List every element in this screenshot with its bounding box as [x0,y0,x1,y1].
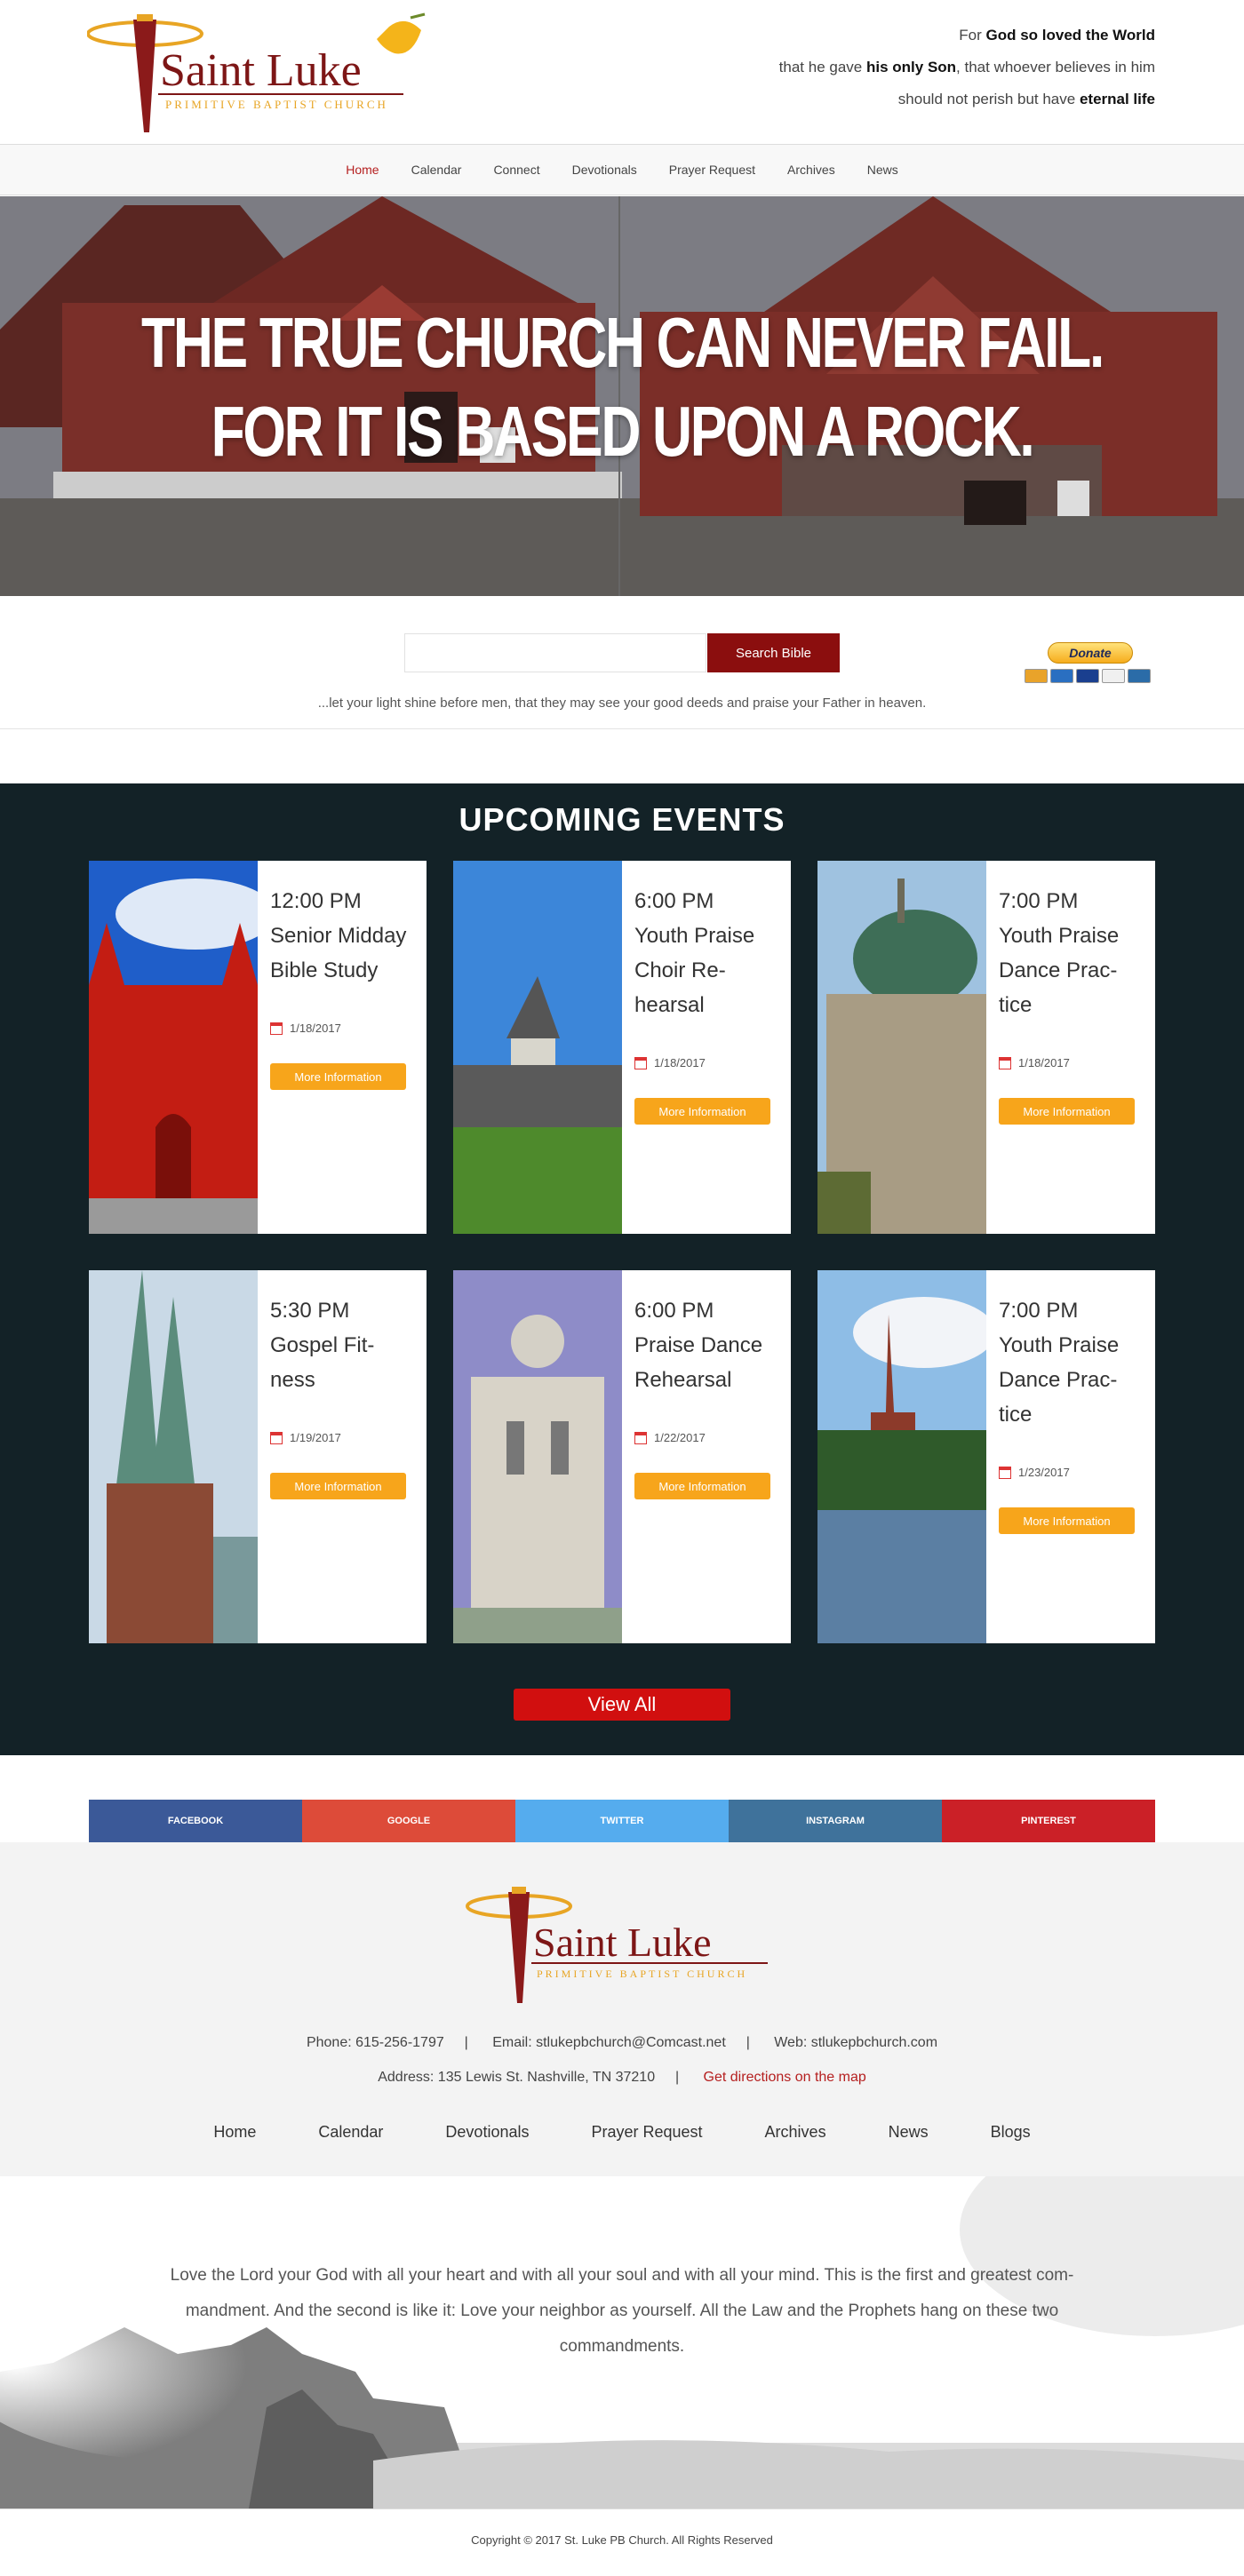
more-information-button[interactable]: More Information [999,1098,1135,1125]
footer-nav-prayer-request[interactable]: Prayer Request [591,2123,702,2142]
more-information-button[interactable]: More Information [634,1473,770,1499]
payment-cards [1025,669,1156,683]
logo-subtitle: Primitive Baptist Church [165,98,388,111]
event-name: Youth Praise Dance Prac-tice [999,1333,1120,1427]
event-date: 1/22/2017 [654,1431,706,1444]
event-date: 1/18/2017 [654,1056,706,1069]
calendar-icon [270,1022,283,1035]
event-name: Youth Praise Choir Re-hearsal [634,924,755,1017]
hero-headline: THE TRUE CHURCH CAN NEVER FAIL. FOR IT I… [141,303,1104,471]
twitter-link[interactable]: TWITTER [515,1800,729,1842]
contact-info: Phone: 615-256-1797 | Email: stlukepbchur… [306,2035,938,2085]
view-all-button[interactable]: View All [514,1689,730,1721]
nav-archives[interactable]: Archives [787,163,835,177]
event-time: 7:00 PM [999,889,1079,913]
nav-calendar[interactable]: Calendar [411,163,462,177]
event-date: 1/18/2017 [290,1022,341,1035]
more-information-button[interactable]: More Information [270,1063,406,1090]
footer-nav-calendar[interactable]: Calendar [318,2123,383,2142]
event-image [89,1270,258,1643]
footer-logo[interactable]: Saint Luke Primitive Baptist Church [466,1883,778,2004]
hero-banner: THE TRUE CHURCH CAN NEVER FAIL. FOR IT I… [0,196,1244,596]
footer-nav-news[interactable]: News [889,2123,929,2142]
more-information-button[interactable]: More Information [634,1098,770,1125]
event-date: 1/19/2017 [290,1431,341,1444]
nav-news[interactable]: News [867,163,898,177]
social-bar: FACEBOOK GOOGLE TWITTER INSTAGRAM PINTER… [89,1800,1155,1842]
upcoming-events-section: UPCOMING EVENTS 12:00 PM Senior Midday B… [0,783,1244,1755]
event-image [453,1270,622,1643]
more-information-button[interactable]: More Information [999,1507,1135,1534]
site-footer: Saint Luke Primitive Baptist Church Phon… [0,1842,1244,2176]
event-time: 7:00 PM [999,1299,1079,1323]
event-time: 5:30 PM [270,1299,350,1323]
more-information-button[interactable]: More Information [270,1473,406,1499]
website: Web: stlukepbchurch.com [774,2035,938,2050]
pinterest-link[interactable]: PINTEREST [942,1800,1155,1842]
event-image [817,1270,986,1643]
bible-search-section: Search Bible Donate ...let your light sh… [0,596,1244,729]
event-date: 1/23/2017 [1018,1466,1070,1479]
event-name: Senior Midday Bible Study [270,924,407,982]
event-card: 12:00 PM Senior Midday Bible Study 1/18/… [89,861,427,1234]
event-time: 6:00 PM [634,889,714,913]
event-name: Praise Dance Rehearsal [634,1333,763,1392]
main-nav: Home Calendar Connect Devotionals Prayer… [0,144,1244,195]
scripture-quote-section: Love the Lord your God with all your hea… [0,2176,1244,2508]
scripture-tagline: ...let your light shine before men, that… [317,696,927,711]
nav-prayer-request[interactable]: Prayer Request [669,163,755,177]
footer-logo-subtitle: Primitive Baptist Church [537,1968,747,1980]
address: Address: 135 Lewis St. Nashville, TN 372… [378,2070,656,2085]
footer-logo-title: Saint Luke [533,1920,712,1965]
calendar-icon [999,1466,1011,1479]
bible-search-input[interactable] [404,633,706,672]
donate-button[interactable]: Donate [1048,642,1133,664]
event-card: 6:00 PM Youth Praise Choir Re-hearsal 1/… [453,861,791,1234]
footer-nav-devotionals[interactable]: Devotionals [445,2123,529,2142]
nav-connect[interactable]: Connect [493,163,539,177]
header-verse: For God so loved the World that he gave … [778,27,1155,107]
donate-widget: Donate [1025,642,1156,687]
calendar-icon [634,1056,647,1069]
event-image [89,861,258,1234]
instagram-link[interactable]: INSTAGRAM [729,1800,942,1842]
event-card: 5:30 PM Gospel Fit-ness 1/19/2017 More I… [89,1270,427,1643]
email: Email: stlukepbchurch@Comcast.net [492,2035,726,2050]
event-card: 7:00 PM Youth Praise Dance Prac-tice 1/2… [817,1270,1155,1643]
event-image [817,861,986,1234]
events-title: UPCOMING EVENTS [459,801,785,838]
nav-devotionals[interactable]: Devotionals [572,163,637,177]
facebook-link[interactable]: FACEBOOK [89,1800,302,1842]
footer-nav-archives[interactable]: Archives [765,2123,826,2142]
event-date: 1/18/2017 [1018,1056,1070,1069]
site-header: Saint Luke Primitive Baptist Church For … [0,0,1244,142]
event-name: Youth Praise Dance Prac-tice [999,924,1120,1017]
discover-icon [1102,669,1125,683]
nav-home[interactable]: Home [346,163,379,177]
footer-nav-blogs[interactable]: Blogs [991,2123,1031,2142]
calendar-icon [999,1056,1011,1069]
footer-nav-home[interactable]: Home [213,2123,256,2142]
footer-nav: Home Calendar Devotionals Prayer Request… [0,2123,1244,2142]
quote-text: Love the Lord your God with all your hea… [170,2266,1074,2356]
event-image [453,861,622,1234]
event-time: 6:00 PM [634,1299,714,1323]
logo-title: Saint Luke [160,45,362,96]
event-time: 12:00 PM [270,889,362,913]
search-bible-button[interactable]: Search Bible [707,633,840,672]
event-card: 7:00 PM Youth Praise Dance Prac-tice 1/1… [817,861,1155,1234]
mastercard-icon [1025,669,1048,683]
phone: Phone: 615-256-1797 [306,2035,444,2050]
visa-icon [1076,669,1099,683]
google-link[interactable]: GOOGLE [302,1800,515,1842]
calendar-icon [270,1431,283,1444]
bank-icon [1128,669,1151,683]
copyright: Copyright © 2017 St. Luke PB Church. All… [0,2508,1244,2576]
event-card: 6:00 PM Praise Dance Rehearsal 1/22/2017… [453,1270,791,1643]
amex-icon [1050,669,1073,683]
event-name: Gospel Fit-ness [270,1333,375,1392]
calendar-icon [634,1431,647,1444]
directions-link[interactable]: Get directions on the map [704,2070,866,2085]
saint-luke-logo[interactable]: Saint Luke Primitive Baptist Church [87,12,460,133]
